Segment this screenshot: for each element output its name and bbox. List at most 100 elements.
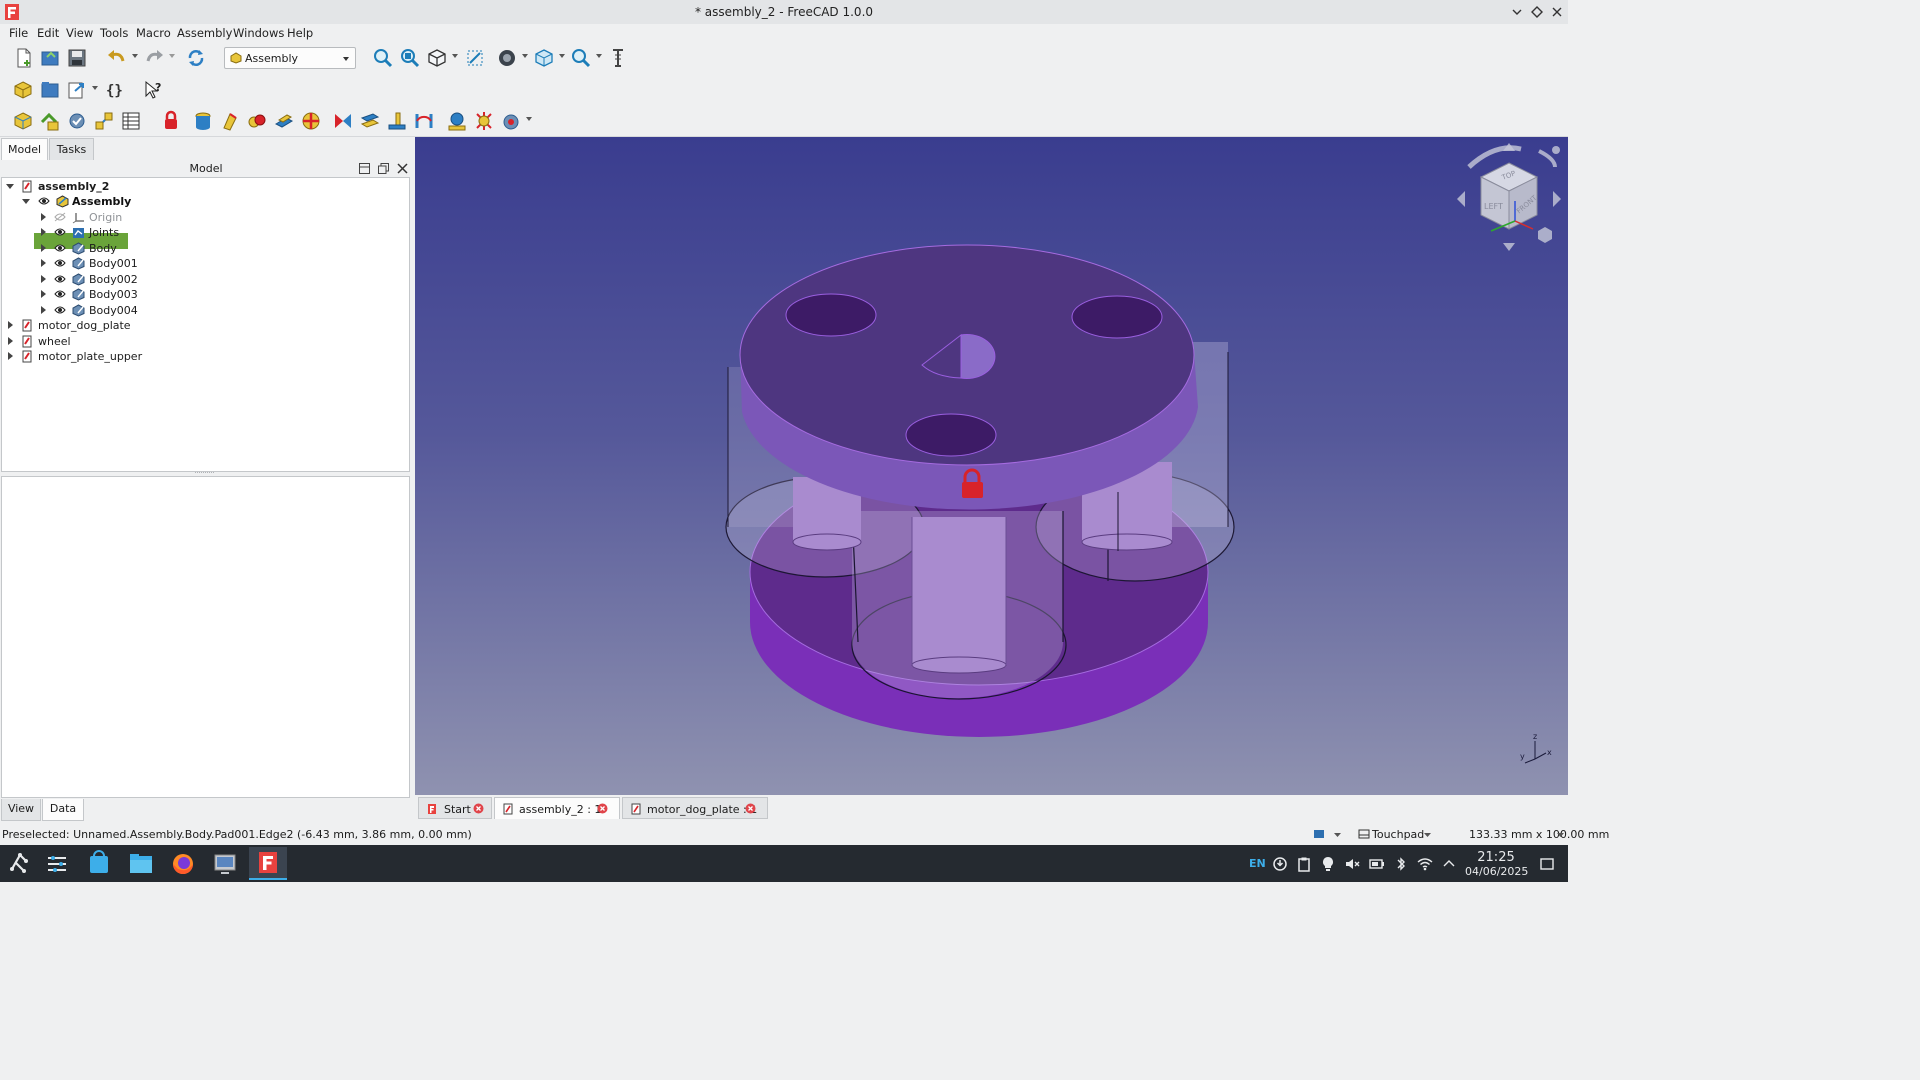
close-panel-icon[interactable]	[396, 162, 409, 175]
menu-file[interactable]: File	[9, 26, 28, 40]
tree-item-origin[interactable]: Origin	[2, 210, 409, 225]
show-desktop-icon[interactable]	[1539, 856, 1555, 872]
tree-item-body001[interactable]: Body001	[2, 256, 409, 271]
clock-date[interactable]: 04/06/2025	[1465, 865, 1528, 878]
bounding-box-icon[interactable]	[464, 47, 486, 69]
doc-tab-start[interactable]: Start	[418, 797, 492, 819]
float-panel-icon[interactable]	[377, 162, 390, 175]
freecad-taskbar-entry[interactable]	[249, 847, 287, 880]
ball-joint-icon[interactable]	[300, 110, 322, 132]
link-dropdown-icon[interactable]	[91, 84, 99, 92]
chevron-right-icon[interactable]	[6, 352, 14, 360]
doc-tab-motor-dog-plate[interactable]: motor_dog_plate : 1	[622, 797, 768, 819]
keyboard-layout-indicator[interactable]: EN	[1249, 857, 1266, 870]
panel-splitter-handle[interactable]	[195, 471, 215, 474]
solve-assembly-icon[interactable]	[66, 110, 88, 132]
isometric-view-icon[interactable]	[426, 47, 448, 69]
menu-tools[interactable]: Tools	[100, 26, 128, 40]
doc-tab-assembly-2[interactable]: assembly_2 : 1*	[494, 797, 620, 819]
create-assembly-icon[interactable]	[12, 110, 34, 132]
navigation-cube[interactable]: TOP LEFT FRONT	[1455, 141, 1563, 253]
insert-component-icon[interactable]	[39, 110, 61, 132]
zoom-icon[interactable]	[570, 47, 592, 69]
std-views-dropdown-icon[interactable]	[558, 52, 566, 60]
close-tab-icon[interactable]	[745, 803, 756, 814]
undo-icon[interactable]	[106, 47, 128, 69]
new-document-icon[interactable]	[13, 47, 35, 69]
close-tab-icon[interactable]	[473, 803, 484, 814]
visibility-eye-icon[interactable]	[54, 243, 66, 253]
tab-tasks[interactable]: Tasks	[49, 138, 94, 160]
simulation-dropdown-icon[interactable]	[525, 115, 533, 123]
view-mode-icon[interactable]	[1313, 828, 1325, 840]
chevron-right-icon[interactable]	[6, 337, 14, 345]
volume-muted-icon[interactable]	[1344, 856, 1360, 872]
bluetooth-icon[interactable]	[1393, 856, 1409, 872]
revolute-joint-icon[interactable]	[219, 110, 241, 132]
bill-of-materials-icon[interactable]	[120, 110, 142, 132]
view-dimensions[interactable]: 133.33 mm x 100.00 mm	[1469, 828, 1609, 841]
tree-item-assembly-2[interactable]: assembly_2	[2, 179, 409, 194]
chevron-down-icon[interactable]	[22, 197, 30, 205]
distance-joint-icon[interactable]	[332, 110, 354, 132]
chevron-down-icon[interactable]	[6, 182, 14, 190]
visibility-eye-icon[interactable]	[54, 227, 66, 237]
night-light-icon[interactable]	[1320, 856, 1336, 872]
navcube-left-label[interactable]: LEFT	[1484, 202, 1503, 211]
navigation-style-selector[interactable]: Touchpad	[1358, 826, 1438, 842]
visibility-eye-icon[interactable]	[38, 196, 50, 206]
remote-desktop-icon[interactable]	[206, 847, 244, 880]
visibility-eye-icon[interactable]	[54, 258, 66, 268]
visibility-eye-icon[interactable]	[54, 305, 66, 315]
system-settings-icon[interactable]	[38, 847, 76, 880]
tree-item-assembly[interactable]: Assembly	[2, 194, 409, 209]
simulation-icon[interactable]	[500, 110, 522, 132]
menu-edit[interactable]: Edit	[37, 26, 59, 40]
fixed-joint-icon[interactable]	[192, 110, 214, 132]
workbench-selector[interactable]: Assembly	[224, 47, 356, 69]
chevron-down-icon[interactable]	[1334, 832, 1341, 838]
firefox-icon[interactable]	[164, 847, 202, 880]
undo-dropdown-icon[interactable]	[131, 52, 139, 60]
fit-all-icon[interactable]	[372, 47, 394, 69]
clipboard-icon[interactable]	[1296, 856, 1312, 872]
chevron-right-icon[interactable]	[39, 213, 47, 221]
chevron-right-icon[interactable]	[39, 306, 47, 314]
view-dropdown-icon[interactable]	[451, 52, 459, 60]
wifi-icon[interactable]	[1417, 856, 1433, 872]
whats-this-icon[interactable]: ?	[143, 79, 165, 101]
slider-joint-icon[interactable]	[273, 110, 295, 132]
variable-set-icon[interactable]: {}	[103, 79, 125, 101]
file-manager-icon[interactable]	[122, 847, 160, 880]
chevron-right-icon[interactable]	[39, 290, 47, 298]
hidden-eye-icon[interactable]	[54, 212, 66, 222]
tree-item-motor-dog-plate[interactable]: motor_dog_plate	[2, 318, 409, 333]
tree-item-motor-plate-upper[interactable]: motor_plate_upper	[2, 349, 409, 364]
create-part-icon[interactable]	[12, 79, 34, 101]
perpendicular-joint-icon[interactable]	[386, 110, 408, 132]
chevron-right-icon[interactable]	[39, 259, 47, 267]
menu-windows[interactable]: Windows	[233, 26, 284, 40]
tab-view[interactable]: View	[1, 799, 41, 821]
fit-selection-icon[interactable]	[399, 47, 421, 69]
parallel-joint-icon[interactable]	[359, 110, 381, 132]
visibility-eye-icon[interactable]	[54, 289, 66, 299]
cylindrical-joint-icon[interactable]	[246, 110, 268, 132]
tree-item-wheel[interactable]: wheel	[2, 334, 409, 349]
chevron-right-icon[interactable]	[39, 228, 47, 236]
rack-pinion-icon[interactable]	[446, 110, 468, 132]
zoom-dropdown-icon[interactable]	[595, 52, 603, 60]
chevron-up-icon[interactable]	[1441, 856, 1457, 872]
measure-icon[interactable]	[607, 47, 629, 69]
tree-item-body002[interactable]: Body002	[2, 272, 409, 287]
menu-assembly[interactable]: Assembly	[177, 26, 232, 40]
assembly-3d-model[interactable]	[415, 137, 1568, 795]
visibility-eye-icon[interactable]	[54, 274, 66, 284]
maximize-icon[interactable]	[1527, 2, 1547, 22]
shaft-center[interactable]	[911, 517, 1007, 674]
close-tab-icon[interactable]	[597, 803, 608, 814]
app-launcher-icon[interactable]	[0, 847, 38, 880]
draw-style-dropdown-icon[interactable]	[521, 52, 529, 60]
menu-help[interactable]: Help	[287, 26, 313, 40]
tree-item-body004[interactable]: Body004	[2, 303, 409, 318]
